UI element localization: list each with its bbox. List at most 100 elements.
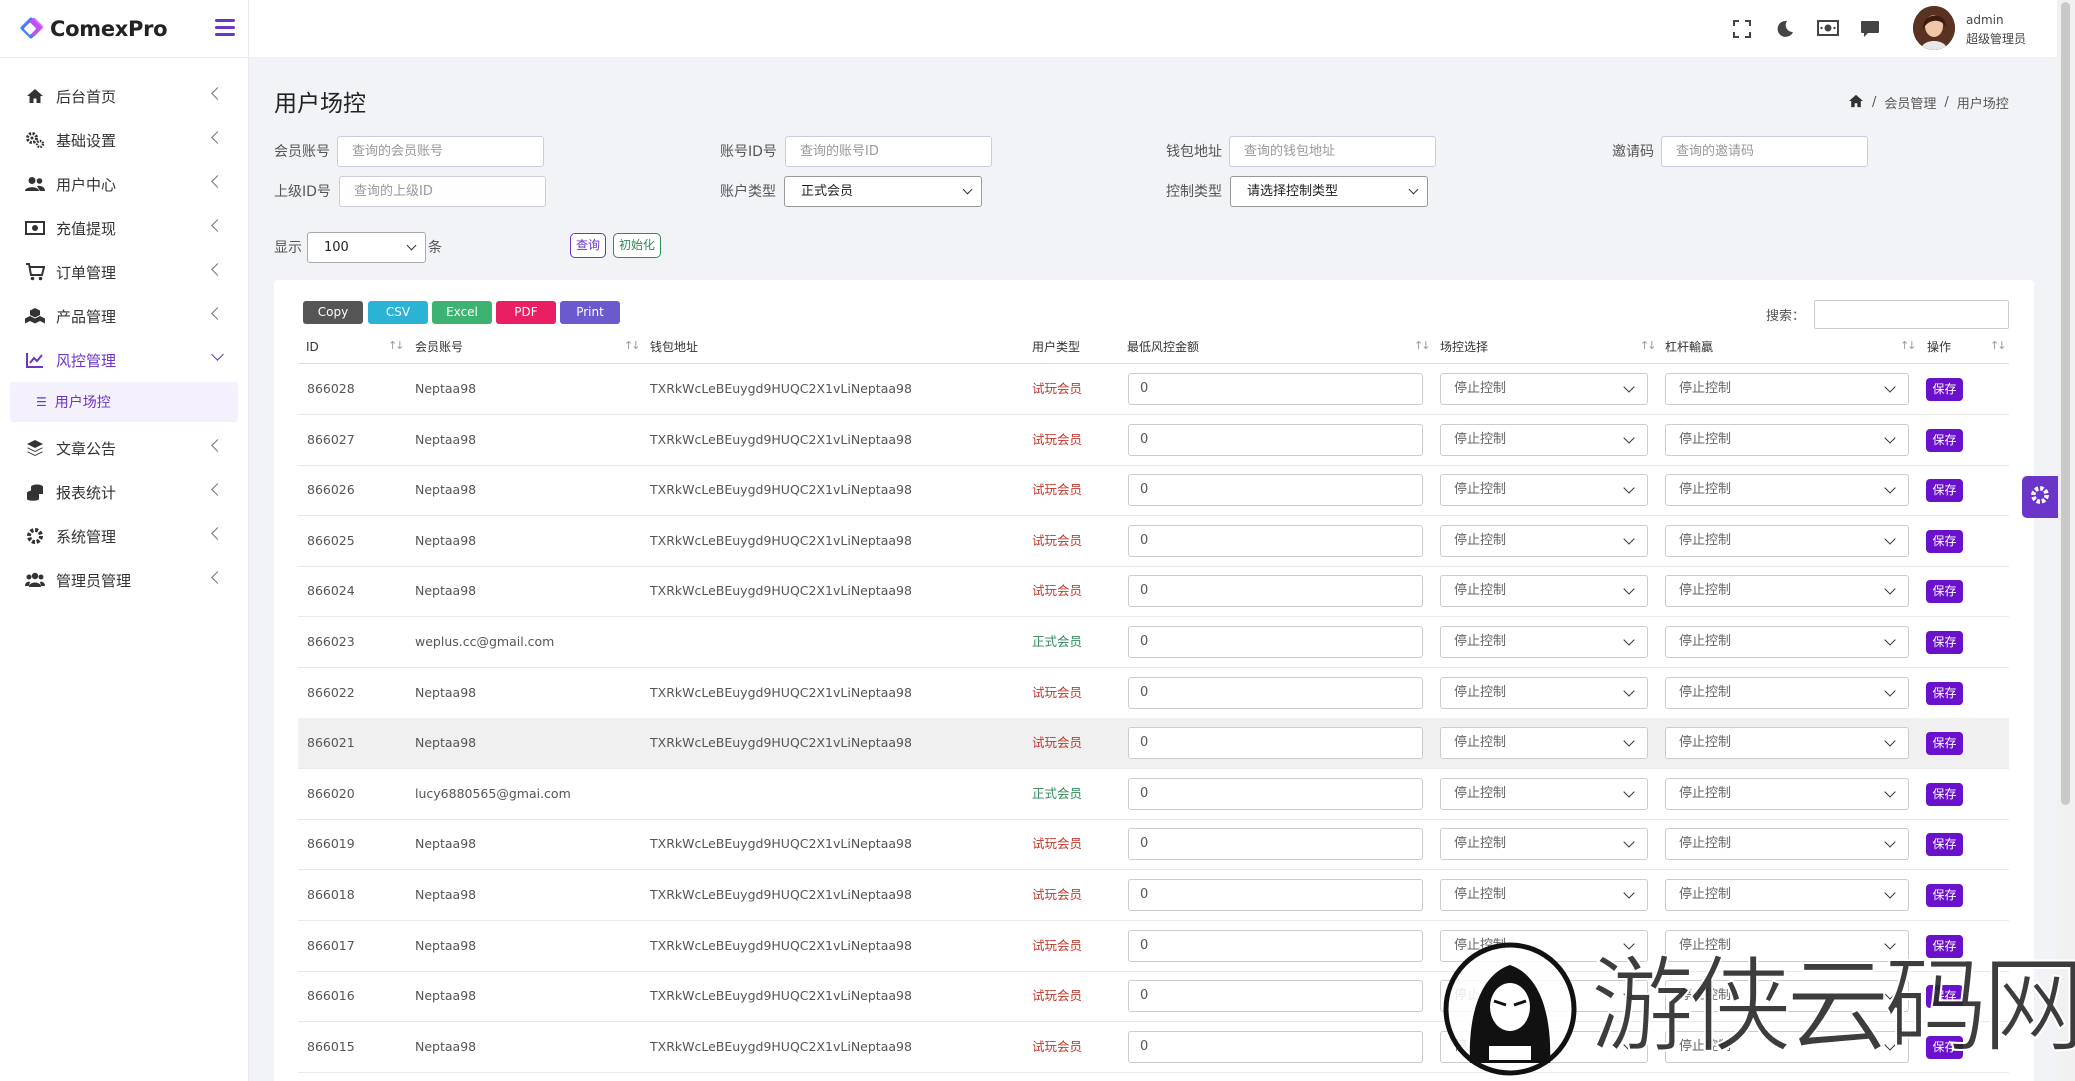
leverage-select[interactable]: 停止控制 — [1665, 879, 1909, 911]
money-icon[interactable] — [1817, 20, 1839, 40]
min-amount-input[interactable]: 0 — [1128, 777, 1423, 810]
control-select[interactable]: 停止控制 — [1440, 727, 1648, 760]
settings-gear-tab[interactable] — [2022, 476, 2058, 518]
control-select[interactable]: 停止控制 — [1440, 373, 1648, 405]
control-type-select[interactable]: 请选择控制类型 — [1230, 176, 1428, 207]
sidebar-item-basic-settings[interactable]: 基础设置 — [0, 118, 248, 162]
save-button[interactable]: 保存 — [1926, 479, 1963, 503]
csv-button[interactable]: CSV — [368, 301, 428, 324]
save-button[interactable]: 保存 — [1926, 529, 1963, 553]
sidebar-subitem-user-control[interactable]: ☰ 用户场控 — [10, 382, 238, 422]
min-amount-input[interactable]: 0 — [1128, 828, 1423, 861]
save-button[interactable]: 保存 — [1926, 580, 1963, 604]
pdf-button[interactable]: PDF — [496, 301, 556, 324]
sort-icon[interactable]: ↑↓ — [388, 339, 405, 352]
control-select[interactable]: 停止控制 — [1440, 524, 1648, 557]
account-filter-input[interactable]: 查询的账号ID — [785, 136, 992, 167]
min-amount-input[interactable]: 0 — [1128, 676, 1423, 709]
control-select[interactable]: 停止控制 — [1440, 879, 1648, 911]
dark-mode-moon-icon[interactable] — [1776, 20, 1796, 40]
member-filter-input[interactable]: 查询的会员账号 — [337, 136, 544, 167]
invite-filter-input[interactable]: 查询的邀请码 — [1661, 136, 1868, 167]
sort-icon[interactable]: ↑↓ — [624, 339, 641, 352]
control-select[interactable]: 停止控制 — [1440, 626, 1648, 658]
min-amount-input[interactable]: 0 — [1128, 879, 1423, 911]
sidebar-item-articles[interactable]: 文章公告 — [0, 426, 248, 470]
scrollbar-thumb[interactable] — [2061, 2, 2070, 805]
sort-icon[interactable]: ↑↓ — [1900, 339, 1917, 352]
cell-member: Neptaa98 — [415, 381, 477, 396]
leverage-select[interactable]: 停止控制 — [1665, 676, 1909, 709]
save-button[interactable]: 保存 — [1926, 378, 1963, 401]
menu-toggle-icon[interactable] — [215, 19, 235, 37]
min-amount-input[interactable]: 0 — [1128, 373, 1423, 405]
col-header-id[interactable]: ID — [306, 331, 319, 363]
wallet-filter-input[interactable]: 查询的钱包地址 — [1229, 136, 1436, 167]
page-scrollbar[interactable] — [2057, 0, 2075, 1081]
control-select-value: 停止控制 — [1454, 684, 1507, 700]
min-amount-input[interactable]: 0 — [1128, 626, 1423, 658]
min-amount-input[interactable]: 0 — [1128, 1030, 1423, 1063]
search-input[interactable] — [1814, 300, 2009, 329]
min-amount-input[interactable]: 0 — [1128, 980, 1423, 1013]
sidebar-item-home[interactable]: 后台首页 — [0, 74, 248, 118]
sidebar-item-user-center[interactable]: 用户中心 — [0, 162, 248, 206]
col-header-control[interactable]: 场控选择 — [1440, 331, 1488, 363]
sort-icon[interactable]: ↑↓ — [1640, 339, 1657, 352]
min-amount-input[interactable]: 0 — [1128, 727, 1423, 760]
save-button[interactable]: 保存 — [1926, 428, 1963, 452]
leverage-select[interactable]: 停止控制 — [1665, 575, 1909, 608]
save-button[interactable]: 保存 — [1926, 732, 1963, 756]
col-header-min-amount[interactable]: 最低风控金额 — [1127, 331, 1199, 363]
sidebar-item-admins[interactable]: 管理员管理 — [0, 558, 248, 602]
control-select[interactable]: 停止控制 — [1440, 777, 1648, 810]
leverage-select[interactable]: 停止控制 — [1665, 777, 1909, 810]
leverage-select[interactable]: 停止控制 — [1665, 626, 1909, 658]
control-select[interactable]: 停止控制 — [1440, 474, 1648, 507]
min-amount-input[interactable]: 0 — [1128, 474, 1423, 507]
fullscreen-icon[interactable] — [1733, 20, 1753, 40]
control-select[interactable]: 停止控制 — [1440, 676, 1648, 709]
init-button[interactable]: 初始化 — [613, 233, 662, 258]
save-button[interactable]: 保存 — [1926, 833, 1963, 857]
breadcrumb-item-member[interactable]: 会员管理 — [1884, 93, 1936, 112]
save-button[interactable]: 保存 — [1926, 681, 1963, 705]
min-amount-input[interactable]: 0 — [1128, 929, 1423, 962]
min-amount-input[interactable]: 0 — [1128, 423, 1423, 456]
copy-button[interactable]: Copy — [303, 301, 363, 324]
save-button[interactable]: 保存 — [1926, 884, 1963, 907]
control-select[interactable]: 停止控制 — [1440, 828, 1648, 861]
leverage-select[interactable]: 停止控制 — [1665, 828, 1909, 861]
query-button[interactable]: 查询 — [570, 233, 607, 258]
leverage-select[interactable]: 停止控制 — [1665, 727, 1909, 760]
col-header-member[interactable]: 会员账号 — [415, 331, 463, 363]
col-header-leverage[interactable]: 杠杆輸贏 — [1665, 331, 1713, 363]
save-button[interactable]: 保存 — [1926, 782, 1963, 806]
save-button[interactable]: 保存 — [1926, 631, 1963, 654]
sidebar-item-recharge-withdraw[interactable]: 充值提现 — [0, 206, 248, 250]
sidebar-item-orders[interactable]: 订单管理 — [0, 250, 248, 294]
sidebar-item-products[interactable]: 产品管理 — [0, 294, 248, 338]
sort-icon[interactable]: ↑↓ — [1990, 339, 2007, 352]
print-button[interactable]: Print — [560, 301, 620, 324]
min-amount-input[interactable]: 0 — [1128, 575, 1423, 608]
brand[interactable]: ComexPro — [0, 0, 248, 58]
parent-filter-input[interactable]: 查询的上级ID — [339, 176, 546, 207]
account-type-select[interactable]: 正式会员 — [784, 176, 982, 207]
sidebar-item-system[interactable]: 系统管理 — [0, 514, 248, 558]
sidebar-item-risk-control[interactable]: 风控管理 — [0, 338, 248, 382]
leverage-select[interactable]: 停止控制 — [1665, 373, 1909, 405]
avatar[interactable] — [1913, 6, 1955, 50]
control-select[interactable]: 停止控制 — [1440, 423, 1648, 456]
leverage-select[interactable]: 停止控制 — [1665, 423, 1909, 456]
leverage-select[interactable]: 停止控制 — [1665, 474, 1909, 507]
excel-button[interactable]: Excel — [432, 301, 492, 324]
leverage-select[interactable]: 停止控制 — [1665, 524, 1909, 557]
message-icon[interactable] — [1860, 20, 1880, 40]
sort-icon[interactable]: ↑↓ — [1414, 339, 1431, 352]
control-select[interactable]: 停止控制 — [1440, 575, 1648, 608]
min-amount-input[interactable]: 0 — [1128, 524, 1423, 557]
page-length-select[interactable]: 100 — [307, 232, 426, 263]
home-icon[interactable] — [1848, 94, 1864, 112]
sidebar-item-reports[interactable]: 报表统计 — [0, 470, 248, 514]
